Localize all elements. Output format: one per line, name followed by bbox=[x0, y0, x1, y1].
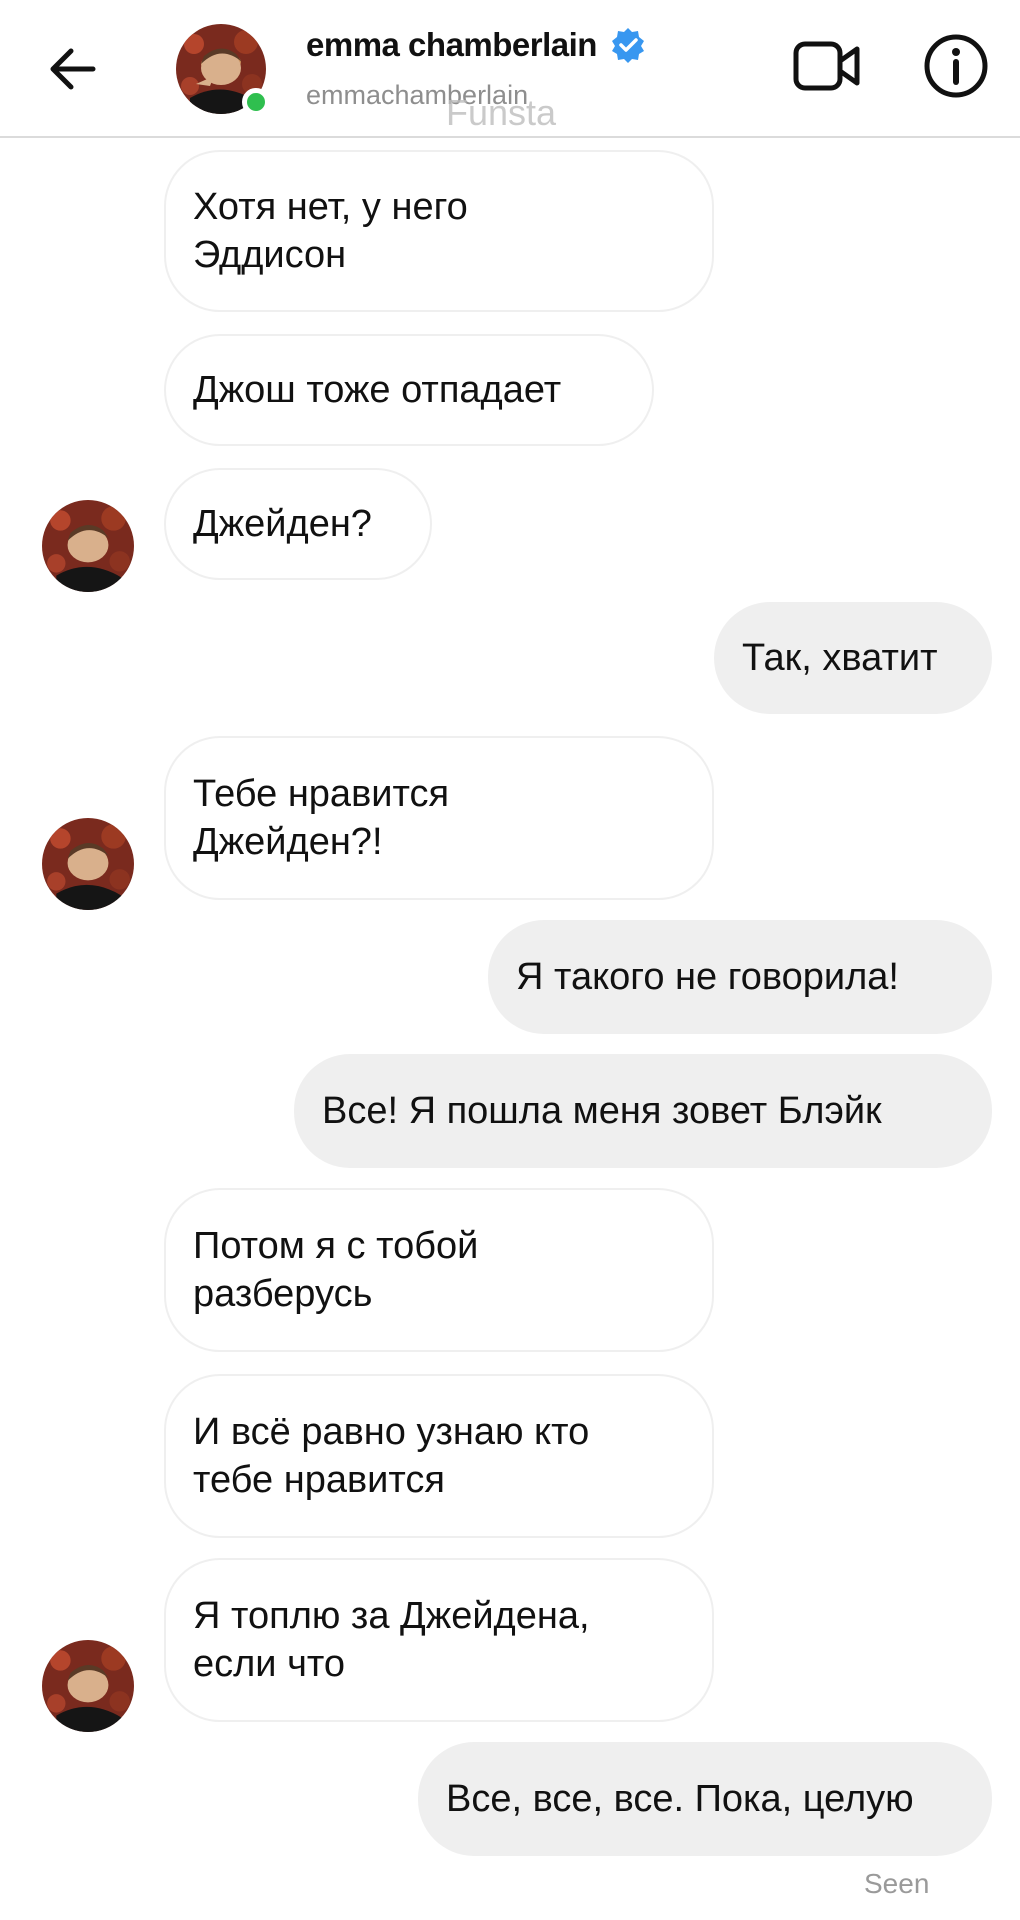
message-bubble-incoming[interactable]: Потом я с тобой разберусь bbox=[164, 1188, 714, 1352]
message-bubble-incoming[interactable]: Хотя нет, у него Эддисон bbox=[164, 150, 714, 312]
message-bubble-incoming[interactable]: Джейден? bbox=[164, 468, 432, 580]
sender-avatar[interactable] bbox=[42, 818, 134, 910]
online-status-dot bbox=[242, 88, 270, 116]
message-bubble-incoming[interactable]: Джош тоже отпадает bbox=[164, 334, 654, 446]
message-line: Я топлю за Джейдена, bbox=[193, 1595, 590, 1637]
message-line: тебе нравится bbox=[193, 1459, 445, 1501]
info-button[interactable] bbox=[918, 28, 994, 104]
message-line: Так, хватит bbox=[742, 637, 938, 679]
message-bubble-outgoing[interactable]: Все, все, все. Пока, целую bbox=[418, 1742, 992, 1856]
arrow-left-icon bbox=[50, 48, 96, 90]
message-line: Тебе нравится bbox=[193, 773, 450, 815]
message-bubble-outgoing[interactable]: Так, хватит bbox=[714, 602, 992, 714]
sender-avatar[interactable] bbox=[42, 1640, 134, 1732]
message-line: Джейден? bbox=[193, 503, 372, 545]
message-line: разберусь bbox=[193, 1273, 373, 1315]
profile-avatar[interactable] bbox=[176, 24, 270, 116]
message-line: если что bbox=[193, 1643, 345, 1685]
message-line: Потом я с тобой bbox=[193, 1225, 479, 1267]
message-bubble-outgoing[interactable]: Я такого не говорила! bbox=[488, 920, 992, 1034]
seen-status: Seen bbox=[864, 1868, 930, 1899]
message-line: Джош тоже отпадает bbox=[193, 369, 562, 411]
contact-name: emma chamberlain bbox=[306, 26, 597, 63]
contact-name-row[interactable]: emma chamberlain bbox=[306, 26, 647, 64]
message-bubble-outgoing[interactable]: Все! Я пошла меня зовет Блэйк bbox=[294, 1054, 992, 1168]
message-line: Эддисон bbox=[193, 234, 347, 276]
message-line: Я такого не говорила! bbox=[516, 956, 899, 998]
chat-header: emma chamberlain emmachamberlain Funsta bbox=[0, 0, 1020, 138]
direct-message-screen: emma chamberlain emmachamberlain Funsta bbox=[0, 0, 1020, 1920]
video-call-button[interactable] bbox=[792, 30, 864, 102]
message-line: Джейден?! bbox=[193, 821, 383, 863]
message-line: Все, все, все. Пока, целую bbox=[446, 1778, 914, 1820]
message-bubble-incoming[interactable]: И всё равно узнаю кто тебе нравится bbox=[164, 1374, 714, 1538]
video-camera-icon bbox=[793, 41, 860, 91]
watermark-text: Funsta bbox=[446, 92, 557, 133]
info-icon bbox=[924, 34, 988, 98]
message-line: И всё равно узнаю кто bbox=[193, 1411, 590, 1453]
message-line: Все! Я пошла меня зовет Блэйк bbox=[322, 1090, 882, 1132]
message-line: Хотя нет, у него bbox=[193, 186, 468, 228]
verified-badge-icon bbox=[609, 26, 647, 64]
message-bubble-incoming[interactable]: Я топлю за Джейдена, если что bbox=[164, 1558, 714, 1722]
message-bubble-incoming[interactable]: Тебе нравится Джейден?! bbox=[164, 736, 714, 900]
sender-avatar[interactable] bbox=[42, 500, 134, 592]
back-button[interactable] bbox=[38, 34, 108, 104]
